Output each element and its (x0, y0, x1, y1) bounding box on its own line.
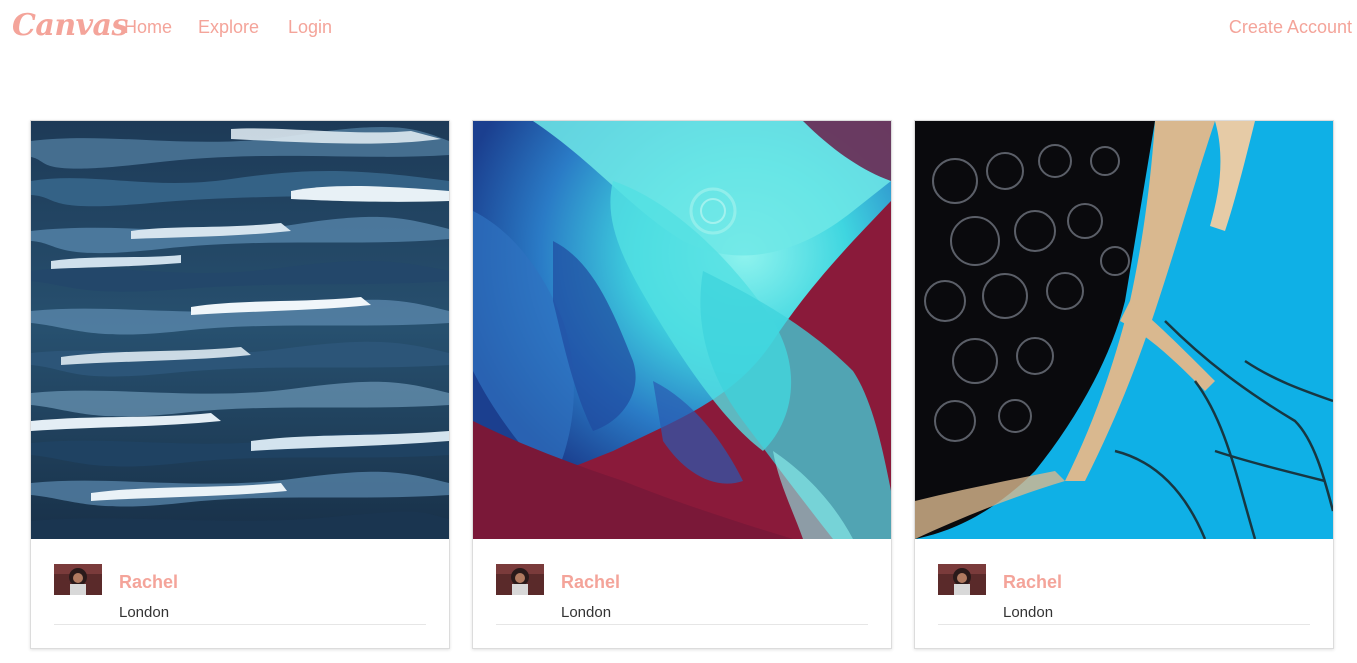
avatar[interactable] (938, 564, 986, 595)
nav-link-create-account[interactable]: Create Account (1229, 17, 1352, 38)
nav-link-home[interactable]: Home (124, 17, 172, 38)
artwork-card: Rachel London (914, 120, 1334, 649)
blue-abstract-painting (31, 121, 449, 539)
artwork-card: Rachel London (30, 120, 450, 649)
artist-name[interactable]: Rachel (119, 572, 178, 593)
avatar[interactable] (54, 564, 102, 595)
artist-name[interactable]: Rachel (561, 572, 620, 593)
artwork-image[interactable] (31, 121, 449, 539)
artist-name[interactable]: Rachel (1003, 572, 1062, 593)
artwork-card: Rachel London (472, 120, 892, 649)
avatar[interactable] (496, 564, 544, 595)
card-footer: Rachel London (496, 564, 868, 625)
brand-logo[interactable]: Canvas (12, 8, 128, 43)
avatar-image (938, 564, 986, 595)
avatar-image (54, 564, 102, 595)
navbar: Canvas Home Explore Login Create Account (0, 0, 1357, 58)
artwork-image[interactable] (915, 121, 1333, 539)
card-footer: Rachel London (54, 564, 426, 625)
avatar-image (496, 564, 544, 595)
card-footer: Rachel London (938, 564, 1310, 625)
artist-location: London (119, 604, 170, 621)
artist-location: London (561, 604, 612, 621)
artwork-image[interactable] (473, 121, 891, 539)
black-blue-gold-fluid-painting (915, 121, 1333, 539)
nav-link-login[interactable]: Login (288, 17, 332, 38)
turquoise-red-abstract-painting (473, 121, 891, 539)
artist-location: London (1003, 604, 1054, 621)
nav-link-explore[interactable]: Explore (198, 17, 259, 38)
